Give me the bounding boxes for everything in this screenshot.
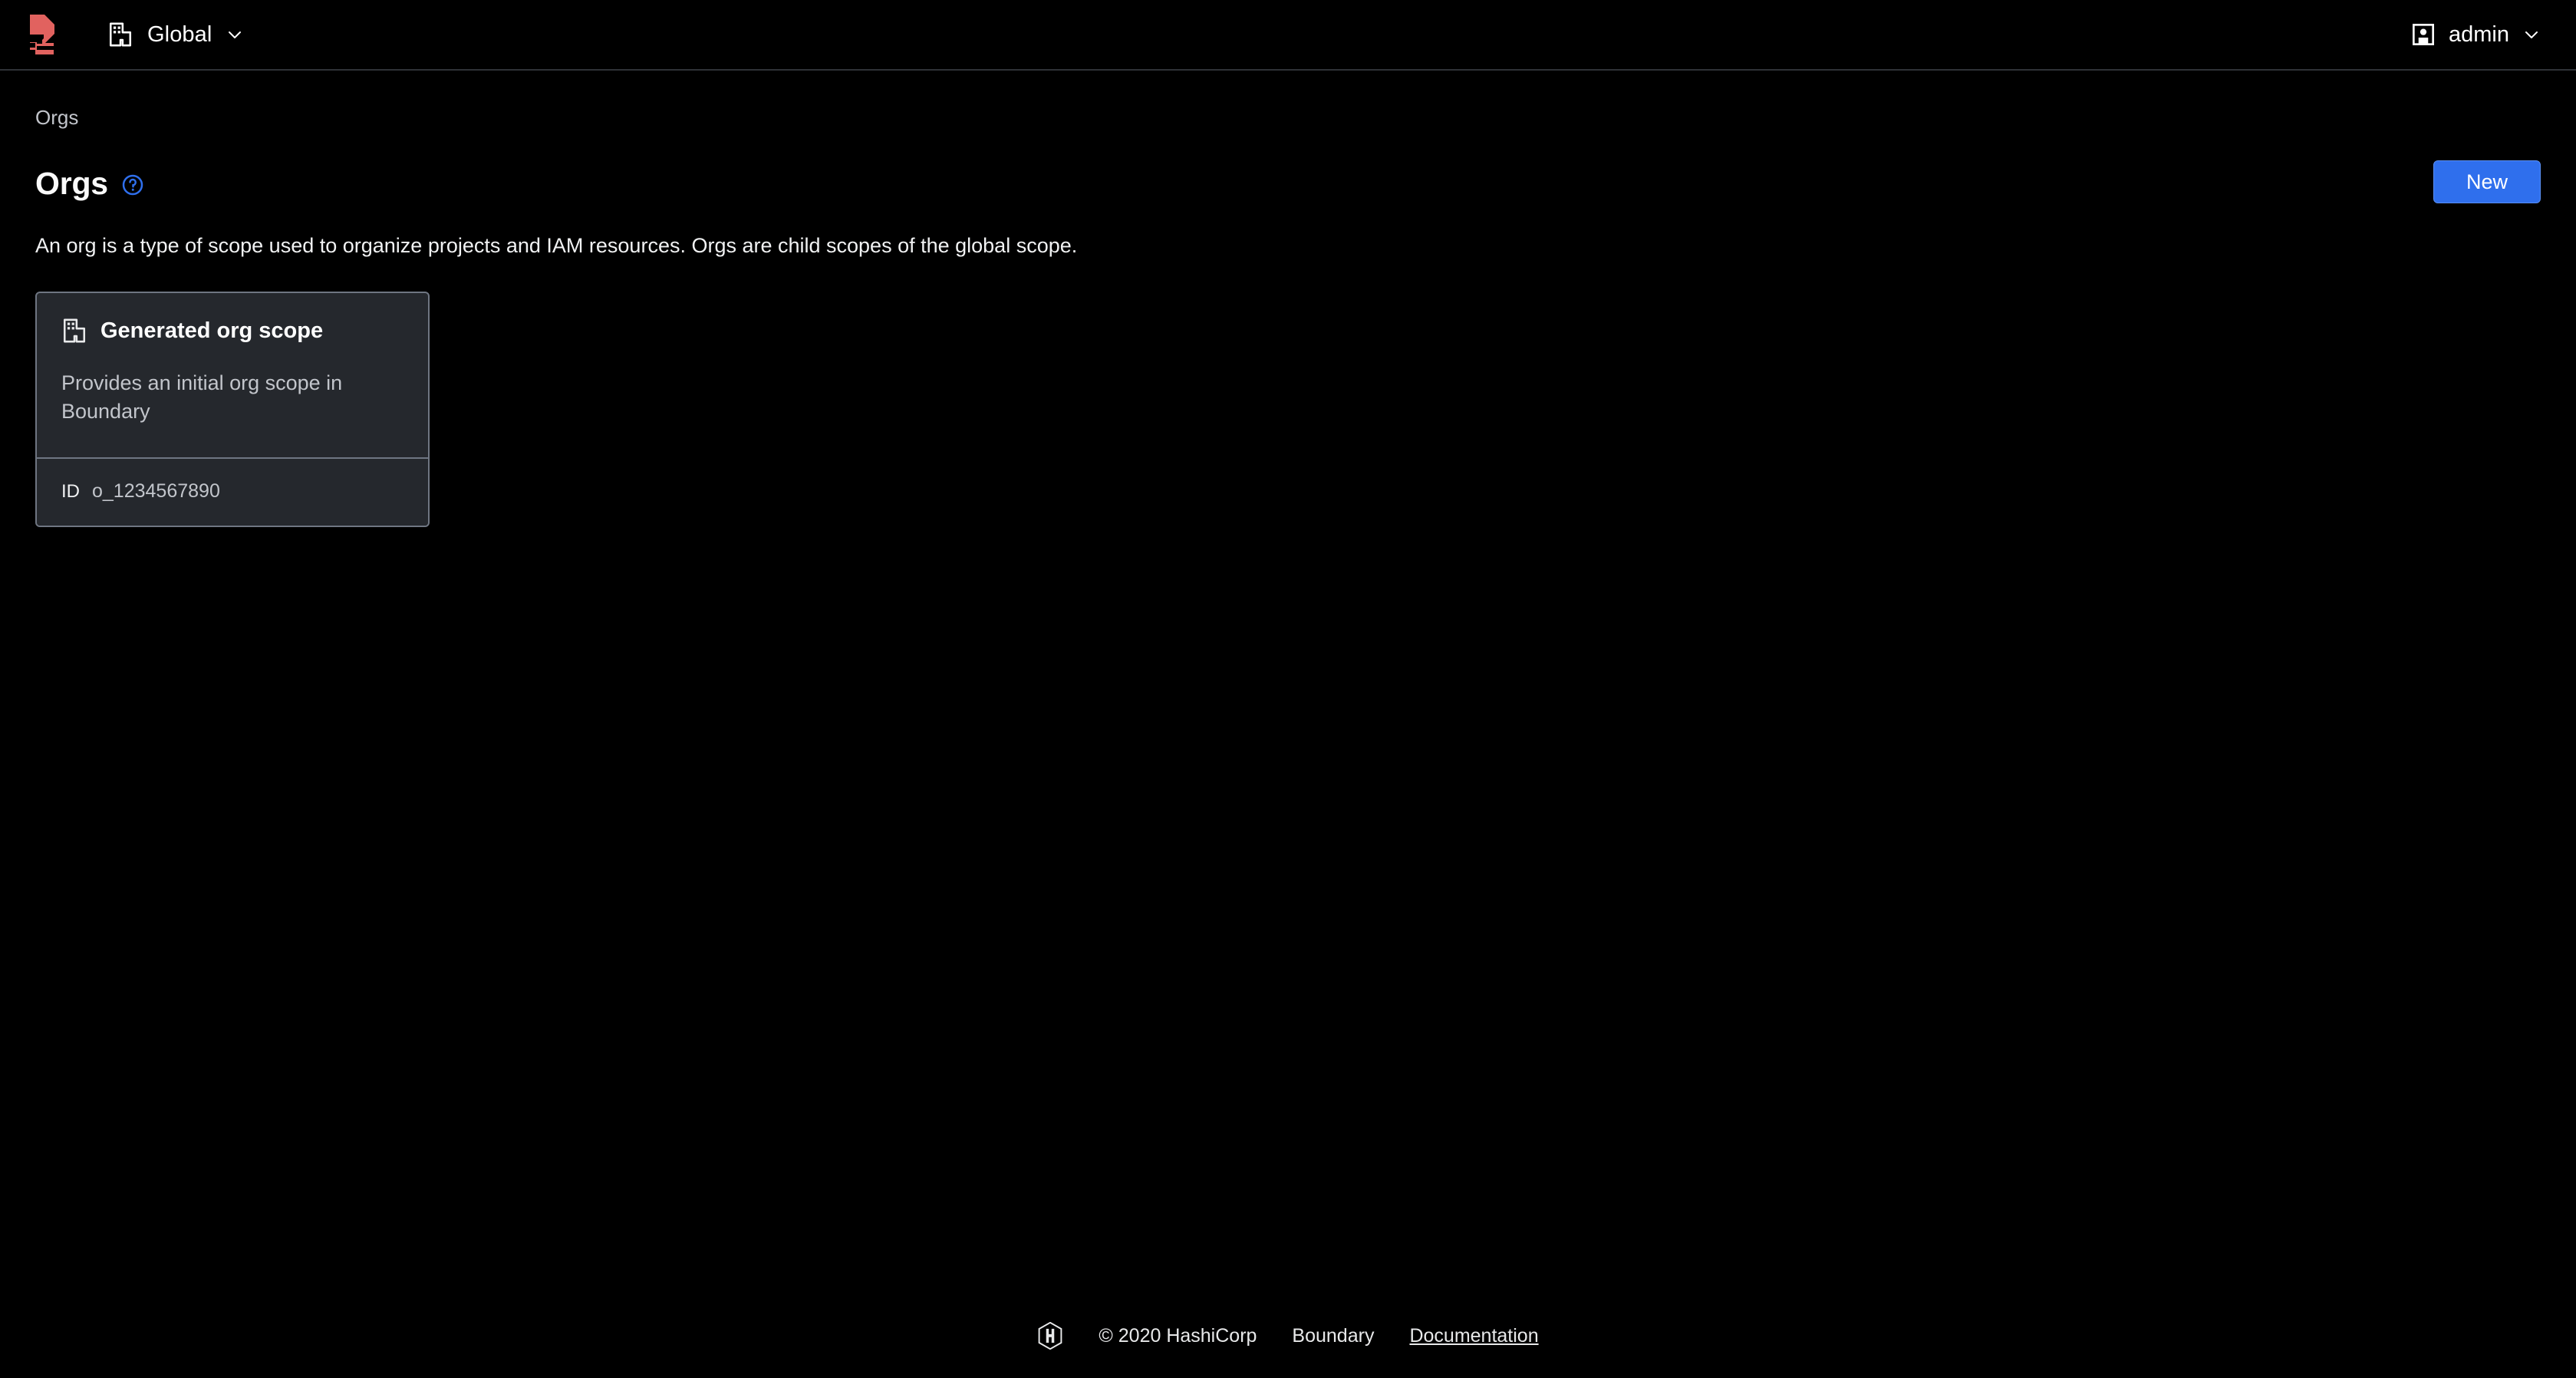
page-description: An org is a type of scope used to organi…: [35, 234, 1078, 257]
org-card-description: Provides an initial org scope in Boundar…: [61, 371, 343, 423]
page-title: Orgs: [35, 165, 108, 201]
footer-copyright: © 2020 HashiCorp: [1099, 1324, 1257, 1347]
boundary-home-link[interactable]: [20, 14, 103, 55]
help-circle-icon[interactable]: [121, 173, 144, 196]
hashicorp-logo: [1039, 1322, 1062, 1350]
page-footer: © 2020 HashiCorp Boundary Documentation: [0, 1294, 2576, 1378]
breadcrumb-item-orgs[interactable]: Orgs: [35, 106, 78, 130]
user-name-label: admin: [2449, 21, 2509, 47]
boundary-logo: [30, 15, 55, 54]
chevron-down-icon: [229, 31, 242, 38]
org-card-title: Generated org scope: [100, 318, 324, 343]
org-building-icon: [63, 318, 86, 343]
org-id-value: o_1234567890: [92, 480, 220, 503]
user-avatar-icon: [2413, 24, 2434, 45]
org-building-icon: [109, 22, 132, 47]
orgs-card-grid: Generated org scope Provides an initial …: [35, 292, 2541, 528]
org-id-label: ID: [61, 481, 80, 503]
main-content: Orgs Orgs New An org is a type of scope …: [0, 71, 2576, 1294]
footer-documentation-link[interactable]: Documentation: [1409, 1325, 1538, 1347]
footer-product-name: Boundary: [1292, 1324, 1375, 1347]
app-root: Global admin Orgs Orgs New An org is a t…: [0, 0, 2576, 1378]
scope-selector[interactable]: Global: [103, 15, 249, 54]
new-org-button[interactable]: New: [2433, 160, 2541, 203]
scope-label: Global: [147, 21, 212, 47]
org-card[interactable]: Generated org scope Provides an initial …: [35, 292, 430, 528]
org-card-body: Generated org scope Provides an initial …: [37, 293, 428, 457]
page-header-row: Orgs New: [35, 160, 2541, 206]
breadcrumb: Orgs: [35, 106, 2541, 130]
chevron-down-icon: [2525, 31, 2538, 38]
org-card-footer: ID o_1234567890: [37, 459, 428, 526]
org-card-header: Generated org scope: [61, 318, 404, 344]
top-navigation-bar: Global admin: [0, 0, 2576, 71]
user-menu[interactable]: admin: [2406, 16, 2545, 54]
